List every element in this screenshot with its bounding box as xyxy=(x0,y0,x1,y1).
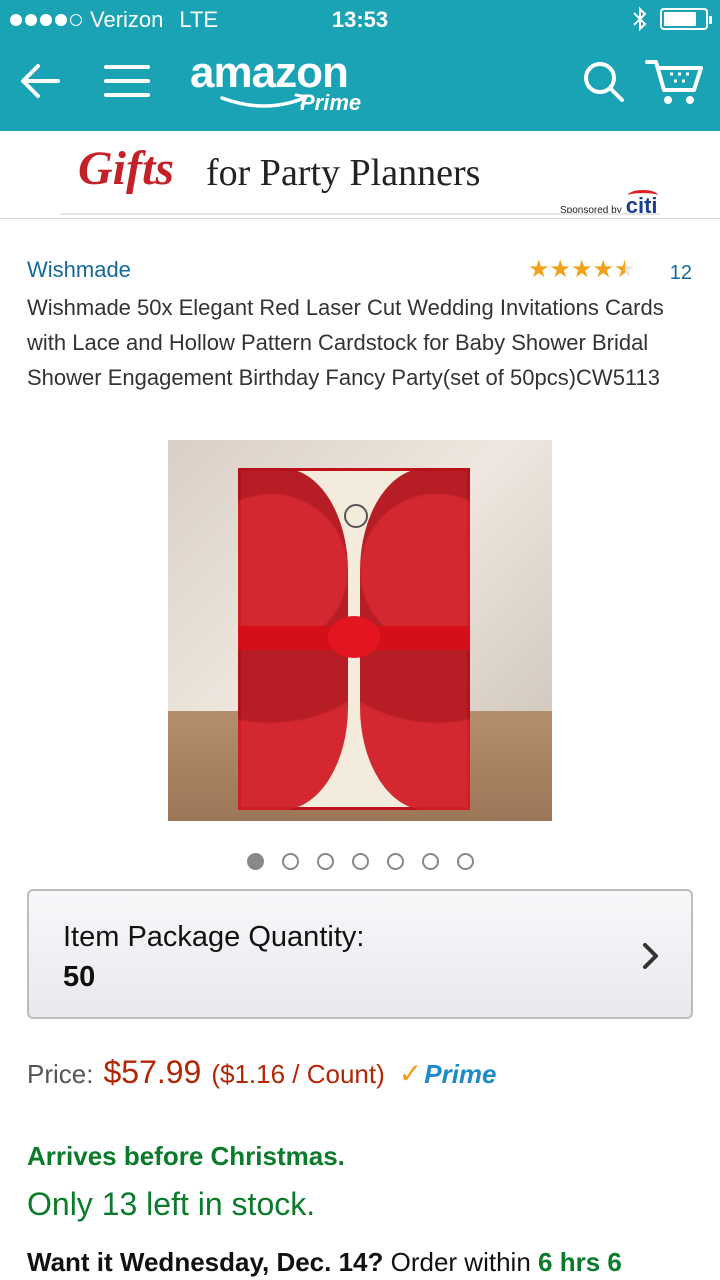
prime-badge: ✓ Prime xyxy=(399,1057,497,1090)
image-monogram xyxy=(344,504,368,528)
image-pager[interactable] xyxy=(0,853,720,870)
image-bow xyxy=(328,616,380,658)
smile-arrow-icon xyxy=(220,93,309,108)
product-title: Wishmade 50x Elegant Red Laser Cut Weddi… xyxy=(27,295,664,390)
bluetooth-icon xyxy=(633,6,647,32)
logo-prime: Prime xyxy=(300,90,362,115)
rating-count[interactable]: 12 xyxy=(670,262,692,285)
star-icon: ★ xyxy=(549,256,572,283)
price-per-unit: ($1.16 / Count) xyxy=(211,1059,385,1089)
citi-logo: citi xyxy=(625,190,658,218)
arrival-message: Arrives before Christmas. xyxy=(27,1141,345,1171)
hamburger-menu-icon[interactable] xyxy=(100,54,154,108)
star-icon: ★ xyxy=(571,256,593,283)
banner-divider xyxy=(60,213,660,215)
quantity-label: Item Package Quantity: xyxy=(63,921,365,953)
prime-label: Prime xyxy=(424,1059,497,1089)
pager-dot[interactable] xyxy=(281,853,299,870)
delivery-estimate: Want it Wednesday, Dec. 14? Order within… xyxy=(27,1247,622,1278)
stock-message: Only 13 left in stock. xyxy=(27,1186,316,1222)
status-bar: Verizon LTE 13:53 xyxy=(0,0,720,40)
clock: 13:53 xyxy=(331,7,389,32)
quantity-value: 50 xyxy=(63,961,96,993)
chevron-right-icon xyxy=(643,943,658,969)
pager-dot[interactable] xyxy=(351,853,369,870)
pager-dot[interactable] xyxy=(316,853,334,870)
quantity-selector[interactable]: Item Package Quantity: 50 xyxy=(27,889,693,1019)
cart-icon[interactable] xyxy=(644,54,706,108)
banner-title: for Party Planners xyxy=(206,152,481,194)
pager-dot[interactable] xyxy=(456,853,474,870)
pager-dot[interactable] xyxy=(386,853,404,870)
search-icon[interactable] xyxy=(576,54,630,108)
brand-link[interactable]: Wishmade xyxy=(27,257,131,283)
pager-dot[interactable] xyxy=(246,853,264,870)
countdown-text: 6 hrs 6 xyxy=(538,1247,622,1277)
price-label: Price: xyxy=(27,1059,94,1089)
prime-check-icon: ✓ xyxy=(398,1058,423,1089)
product-image[interactable] xyxy=(168,440,552,821)
amazon-prime-logo[interactable]: amazon Prime xyxy=(190,48,380,118)
order-within-text: Order within xyxy=(390,1247,531,1277)
back-arrow-icon[interactable] xyxy=(14,54,68,108)
nav-bar: amazon Prime xyxy=(0,40,720,131)
banner-gifts: Gifts xyxy=(78,142,174,195)
price-row: Price: $57.99 ($1.16 / Count) ✓ Prime xyxy=(27,1054,497,1091)
half-star-icon: ★ xyxy=(614,256,636,283)
sponsor-label: Sponsored by citi xyxy=(560,190,658,219)
pager-dot[interactable] xyxy=(421,853,439,870)
price-value: $57.99 xyxy=(103,1054,202,1090)
star-icon: ★ xyxy=(592,256,615,283)
want-it-text: Want it Wednesday, Dec. 14? xyxy=(27,1247,384,1277)
battery-icon xyxy=(660,8,712,30)
top-bar: Verizon LTE 13:53 amazon Prime xyxy=(0,0,720,131)
star-icon: ★ xyxy=(528,256,550,283)
star-rating[interactable]: ★ ★ ★ ★ ★ xyxy=(528,258,636,282)
sponsored-banner[interactable]: Gifts for Party Planners Sponsored by ci… xyxy=(0,131,720,219)
